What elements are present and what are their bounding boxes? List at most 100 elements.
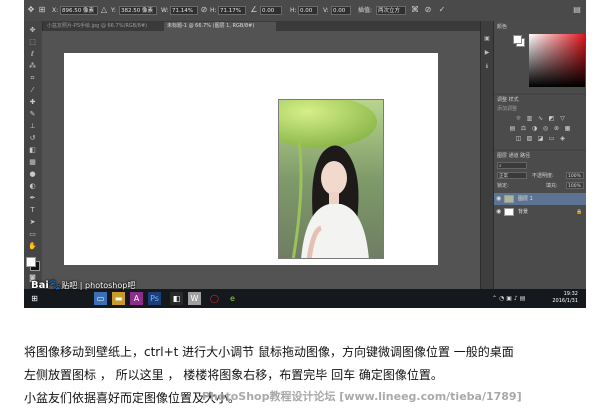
girl-photo-image [279,100,383,258]
exposure-icon[interactable]: ◩ [547,115,556,123]
delta-icon[interactable]: △ [99,5,109,15]
fg-swatch[interactable] [513,35,522,44]
angle-field[interactable]: 0.00 [260,6,282,15]
clock[interactable]: 19:32 2016/1/31 [552,291,578,305]
crop-tool-icon[interactable]: ⌗ [27,73,38,84]
x-field[interactable]: 896.50 像素 [60,6,98,15]
visibility-eye-icon[interactable]: ◉ [496,206,502,218]
layer-filter-select[interactable]: ⌕ [497,162,527,169]
width-field[interactable]: 71.14% [170,6,198,15]
color-balance-icon[interactable]: ⚖ [519,125,528,133]
color-picker-swatches[interactable] [513,35,525,47]
invert-icon[interactable]: ◫ [514,135,523,143]
marquee-tool-icon[interactable]: ⬚ [27,37,38,48]
interpolation-select[interactable]: 两次立方 [376,6,406,15]
document-tabs: 小盆友照片-PS手绘.jpg @ 66.7%(RGB/8#) 未标题-1 @ 6… [42,21,482,31]
reference-point-icon[interactable]: ⊞ [37,5,47,15]
adjustments-tabs[interactable]: 调整 样式 [497,96,519,104]
history-panel-icon[interactable]: ▣ [483,35,491,43]
eraser-tool-icon[interactable]: ◧ [27,145,38,156]
link-icon[interactable]: ⊘ [199,5,209,15]
path-select-tool-icon[interactable]: ➤ [27,217,38,228]
fill-field[interactable]: 100% [566,182,584,189]
tab-photo-doc[interactable]: 小盆友照片-PS手绘.jpg @ 66.7%(RGB/8#) [44,22,162,31]
blur-tool-icon[interactable]: ● [27,169,38,180]
layer-thumbnail [504,195,514,203]
levels-icon[interactable]: ▥ [525,115,534,123]
baidu-logo-text: Bai [31,280,49,291]
hue-sat-icon[interactable]: ▤ [508,125,517,133]
explorer-icon[interactable]: ▭ [94,292,107,305]
angle-icon: ∠ [250,5,258,14]
lock-icon: 🔒 [576,209,583,215]
workspace-icon[interactable]: ▤ [572,5,582,15]
actions-panel-icon[interactable]: ▶ [483,49,491,57]
photo-filter-icon[interactable]: ◎ [541,125,550,133]
vibrance-icon[interactable]: ▽ [558,115,567,123]
selective-color-icon[interactable]: ◈ [558,135,567,143]
shape-tool-icon[interactable]: ▭ [27,229,38,240]
cancel-transform-icon[interactable]: ⊘ [423,5,433,15]
tab-untitled-doc[interactable]: 未标题-1 @ 66.7% (图层 1, RGB/8#) [164,22,276,31]
h-label: H: [210,7,217,14]
opera-icon[interactable]: ◯ [208,292,221,305]
foreground-color-swatch[interactable] [26,257,36,267]
media-icon[interactable]: ◧ [170,292,183,305]
skew-h-field[interactable]: 0.00 [298,6,318,15]
blend-mode-select[interactable]: 正常 [497,172,527,179]
brush-tool-icon[interactable]: ✎ [27,109,38,120]
curves-icon[interactable]: ∿ [536,115,545,123]
gradient-tool-icon[interactable]: ▦ [27,157,38,168]
commit-transform-icon[interactable]: ✓ [437,5,447,15]
eyedropper-tool-icon[interactable]: ⁄ [27,85,38,96]
layer-name: 图层 1 [518,196,533,202]
lasso-tool-icon[interactable]: ℓ [27,49,38,60]
brightness-icon[interactable]: ☼ [514,115,523,123]
document-canvas[interactable] [64,53,438,265]
adjustments-panel: 调整 样式 添加调整 ☼ ▥ ∿ ◩ ▽ ▤ ⚖ ◑ ◎ ⊛ ▦ ◫ ▨ ◪ ▭… [494,95,586,149]
word-icon[interactable]: W [188,292,201,305]
x-label: X: [52,7,59,14]
threshold-icon[interactable]: ◪ [536,135,545,143]
hand-tool-icon[interactable]: ✋ [27,241,38,252]
system-tray[interactable]: ⌃◔▣♪▤ [492,294,550,303]
interp-label: 插值: [358,7,373,14]
baidu-tieba-watermark: Bai🐾贴吧 | photoshop吧 [31,280,135,292]
dodge-tool-icon[interactable]: ◐ [27,181,38,192]
move-tool-icon[interactable]: ✥ [26,5,36,15]
history-brush-icon[interactable]: ↺ [27,133,38,144]
color-field[interactable] [529,34,585,87]
visibility-eye-icon[interactable]: ◉ [496,193,502,205]
gradient-map-icon[interactable]: ▭ [547,135,556,143]
layer-row-background[interactable]: ◉ 背景 🔒 [494,206,586,218]
layers-panel: 图层 通道 路径 ⌕ 正常 不透明度: 100% 锁定: 填充: 100% ◉ … [494,151,586,295]
ie-icon[interactable]: e [226,292,239,305]
start-icon[interactable]: ⊞ [28,292,41,305]
skew-v-field[interactable]: 0.00 [331,6,351,15]
tools-panel: ✥ ⬚ ℓ ⁂ ⌗ ⁄ ✚ ✎ ⊥ ↺ ◧ ▦ ● ◐ ✒ T ➤ ▭ ✋ ◙ [24,21,43,295]
transformed-photo-layer[interactable] [278,99,384,259]
type-tool-icon[interactable]: T [27,205,38,216]
app-icon[interactable]: A [130,292,143,305]
channel-mixer-icon[interactable]: ⊛ [552,125,561,133]
height-field[interactable]: 71.17% [218,6,246,15]
warp-icon[interactable]: ⌘ [410,5,420,15]
baidu-paw-icon: 🐾 [48,280,62,291]
pen-tool-icon[interactable]: ✒ [27,193,38,204]
folder-icon[interactable]: ▬ [112,292,125,305]
move-tool-icon[interactable]: ✥ [27,25,38,36]
color-lookup-icon[interactable]: ▦ [563,125,572,133]
layers-tabs[interactable]: 图层 通道 路径 [497,152,530,160]
stamp-tool-icon[interactable]: ⊥ [27,121,38,132]
healing-tool-icon[interactable]: ✚ [27,97,38,108]
bw-icon[interactable]: ◑ [530,125,539,133]
baidu-watermark-suffix: 贴吧 | photoshop吧 [61,281,136,290]
options-bar: ✥ ⊞ X: 896.50 像素 △ Y: 382.50 像素 W: 71.14… [24,0,586,22]
photoshop-taskbar-icon[interactable]: Ps [148,292,161,305]
properties-panel-icon[interactable]: ℹ [483,63,491,71]
opacity-field[interactable]: 100% [566,172,584,179]
posterize-icon[interactable]: ▨ [525,135,534,143]
y-field[interactable]: 382.50 像素 [119,6,157,15]
layer-row-layer1[interactable]: ◉ 图层 1 [494,193,586,205]
quick-select-tool-icon[interactable]: ⁂ [27,61,38,72]
